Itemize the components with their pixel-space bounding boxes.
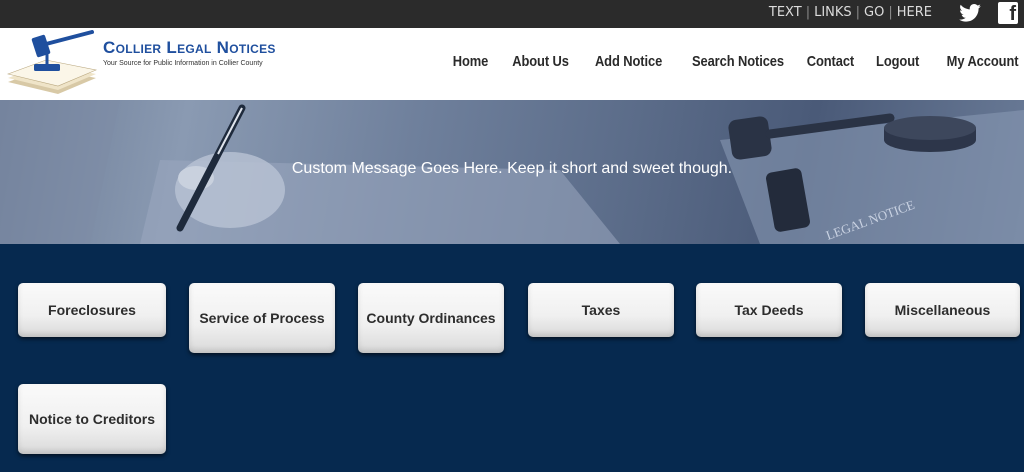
- top-link-text[interactable]: TEXT: [769, 5, 802, 20]
- nav-my-account[interactable]: My Account: [946, 53, 1018, 70]
- category-taxes[interactable]: Taxes: [528, 283, 674, 337]
- gavel-logo-icon[interactable]: [6, 30, 98, 96]
- hero-banner: LEGAL NOTICE Custom Message Goes Here. K…: [0, 100, 1024, 244]
- category-county-ordinances[interactable]: County Ordinances: [358, 283, 504, 353]
- top-link-links[interactable]: LINKS: [814, 5, 852, 20]
- top-links: TEXT | LINKS | GO | HERE: [768, 5, 932, 20]
- site-header: Collier Legal Notices Your Source for Pu…: [0, 28, 1024, 100]
- brand-title[interactable]: Collier Legal Notices: [103, 38, 276, 58]
- top-link-go[interactable]: GO: [864, 5, 884, 20]
- top-bar: TEXT | LINKS | GO | HERE f: [0, 0, 1024, 28]
- category-notice-to-creditors[interactable]: Notice to Creditors: [18, 384, 166, 454]
- brand-tagline: Your Source for Public Information in Co…: [103, 60, 263, 67]
- top-link-here[interactable]: HERE: [897, 5, 932, 20]
- facebook-icon[interactable]: f: [998, 2, 1018, 25]
- nav-search-notices[interactable]: Search Notices: [692, 53, 784, 70]
- category-miscellaneous[interactable]: Miscellaneous: [865, 283, 1020, 337]
- nav-about-us[interactable]: About Us: [512, 53, 569, 70]
- main-nav: Home About Us Add Notice Search Notices …: [432, 53, 1018, 70]
- hero-message: Custom Message Goes Here. Keep it short …: [291, 160, 733, 177]
- nav-home[interactable]: Home: [453, 53, 489, 70]
- nav-add-notice[interactable]: Add Notice: [595, 53, 662, 70]
- category-panel: Foreclosures Service of Process County O…: [0, 244, 1024, 472]
- nav-contact[interactable]: Contact: [807, 53, 855, 70]
- category-service-of-process[interactable]: Service of Process: [189, 283, 335, 353]
- twitter-icon[interactable]: [959, 4, 981, 22]
- category-foreclosures[interactable]: Foreclosures: [18, 283, 166, 337]
- category-tax-deeds[interactable]: Tax Deeds: [696, 283, 842, 337]
- nav-logout[interactable]: Logout: [876, 53, 919, 70]
